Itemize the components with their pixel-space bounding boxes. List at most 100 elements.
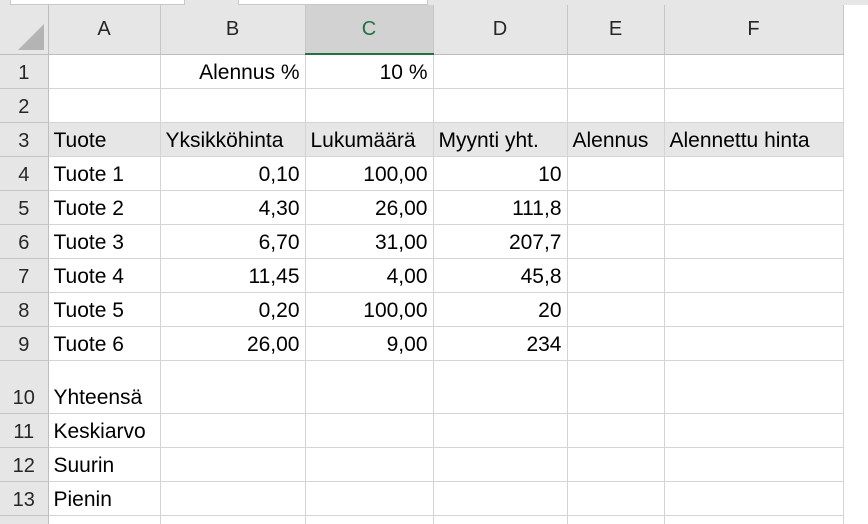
cell-e2[interactable] [567,88,665,123]
cell-partial-b[interactable] [160,515,306,524]
cell-c6[interactable]: 31,00 [305,224,434,259]
cell-b9[interactable]: 26,00 [160,326,306,361]
cell-f4[interactable] [664,156,844,191]
cell-e5[interactable] [567,190,665,225]
cell-e6[interactable] [567,224,665,259]
cell-f10[interactable] [664,360,844,414]
cell-a5[interactable]: Tuote 2 [48,190,161,225]
cell-e10[interactable] [567,360,665,414]
cell-partial-a[interactable] [48,515,161,524]
cell-e1[interactable] [567,54,665,89]
cell-d10[interactable] [433,360,568,414]
cell-e11[interactable] [567,413,665,448]
row-header-3[interactable]: 3 [0,122,49,157]
cell-c12[interactable] [305,447,434,482]
cell-c2[interactable] [305,88,434,123]
column-header-b[interactable]: B [160,5,306,55]
cell-d8[interactable]: 20 [433,292,568,327]
cell-c10[interactable] [305,360,434,414]
cell-d2[interactable] [433,88,568,123]
cell-b12[interactable] [160,447,306,482]
cell-e4[interactable] [567,156,665,191]
cell-d9[interactable]: 234 [433,326,568,361]
cell-a9[interactable]: Tuote 6 [48,326,161,361]
cell-d12[interactable] [433,447,568,482]
cell-d1[interactable] [433,54,568,89]
cell-b5[interactable]: 4,30 [160,190,306,225]
cell-c5[interactable]: 26,00 [305,190,434,225]
cell-b1[interactable]: Alennus % [160,54,306,89]
cell-partial-d[interactable] [433,515,568,524]
row-header-13[interactable]: 13 [0,481,49,516]
cell-f11[interactable] [664,413,844,448]
cell-a10[interactable]: Yhteensä [48,360,161,414]
cell-d13[interactable] [433,481,568,516]
cell-e8[interactable] [567,292,665,327]
cell-d4[interactable]: 10 [433,156,568,191]
cell-c9[interactable]: 9,00 [305,326,434,361]
cell-e7[interactable] [567,258,665,293]
row-header-12[interactable]: 12 [0,447,49,482]
column-header-f[interactable]: F [664,5,844,55]
cell-b11[interactable] [160,413,306,448]
row-header-partial[interactable] [0,515,49,524]
cell-f5[interactable] [664,190,844,225]
cell-b10[interactable] [160,360,306,414]
column-header-c[interactable]: C [305,5,434,55]
cell-e12[interactable] [567,447,665,482]
cell-a1[interactable] [48,54,161,89]
cell-e9[interactable] [567,326,665,361]
cell-d11[interactable] [433,413,568,448]
cell-partial-f[interactable] [664,515,844,524]
cell-f3[interactable]: Alennettu hinta [664,122,844,157]
row-header-9[interactable]: 9 [0,326,49,361]
cell-b3[interactable]: Yksikköhinta [160,122,306,157]
cell-b8[interactable]: 0,20 [160,292,306,327]
cell-c13[interactable] [305,481,434,516]
column-header-d[interactable]: D [433,5,568,55]
cell-f8[interactable] [664,292,844,327]
row-header-1[interactable]: 1 [0,54,49,89]
row-header-4[interactable]: 4 [0,156,49,191]
row-header-11[interactable]: 11 [0,413,49,448]
cell-a7[interactable]: Tuote 4 [48,258,161,293]
cell-f2[interactable] [664,88,844,123]
cell-d6[interactable]: 207,7 [433,224,568,259]
cell-d3[interactable]: Myynti yht. [433,122,568,157]
row-header-6[interactable]: 6 [0,224,49,259]
cell-f7[interactable] [664,258,844,293]
cell-f1[interactable] [664,54,844,89]
cell-b6[interactable]: 6,70 [160,224,306,259]
cell-f6[interactable] [664,224,844,259]
cell-d7[interactable]: 45,8 [433,258,568,293]
cell-b13[interactable] [160,481,306,516]
cell-c3[interactable]: Lukumäärä [305,122,434,157]
cell-c8[interactable]: 100,00 [305,292,434,327]
select-all-corner[interactable] [0,5,49,55]
cell-b7[interactable]: 11,45 [160,258,306,293]
column-header-a[interactable]: A [48,5,161,55]
cell-b4[interactable]: 0,10 [160,156,306,191]
cell-c1[interactable]: 10 % [305,54,434,89]
cell-a13[interactable]: Pienin [48,481,161,516]
cell-a6[interactable]: Tuote 3 [48,224,161,259]
cell-a3[interactable]: Tuote [48,122,161,157]
row-header-8[interactable]: 8 [0,292,49,327]
cell-a12[interactable]: Suurin [48,447,161,482]
cell-c4[interactable]: 100,00 [305,156,434,191]
cell-e3[interactable]: Alennus [567,122,665,157]
cell-e13[interactable] [567,481,665,516]
cell-a4[interactable]: Tuote 1 [48,156,161,191]
row-header-10[interactable]: 10 [0,360,49,414]
cell-a8[interactable]: Tuote 5 [48,292,161,327]
cell-f13[interactable] [664,481,844,516]
cell-f12[interactable] [664,447,844,482]
row-header-5[interactable]: 5 [0,190,49,225]
column-header-e[interactable]: E [567,5,665,55]
cell-d5[interactable]: 111,8 [433,190,568,225]
cell-partial-e[interactable] [567,515,665,524]
row-header-2[interactable]: 2 [0,88,49,123]
cell-b2[interactable] [160,88,306,123]
cell-a11[interactable]: Keskiarvo [48,413,161,448]
row-header-7[interactable]: 7 [0,258,49,293]
